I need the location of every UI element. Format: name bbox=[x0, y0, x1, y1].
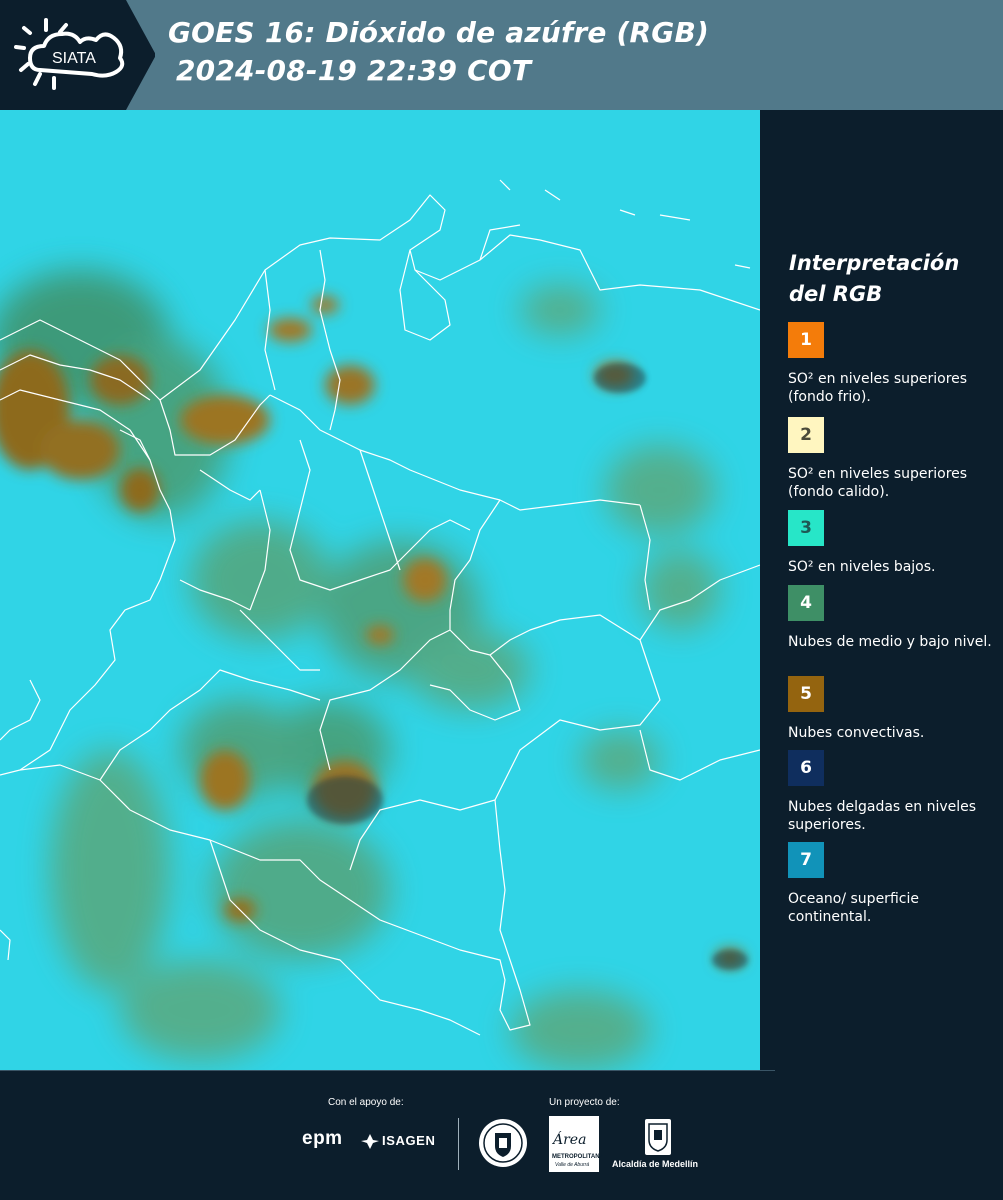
legend-item-4: 4 Nubes de medio y bajo nivel. bbox=[788, 585, 993, 651]
footer-separator bbox=[458, 1118, 459, 1170]
legend-item-7: 7 Oceano/ superficie continental. bbox=[788, 842, 993, 926]
legend-swatch: 1 bbox=[788, 322, 824, 358]
legend-title: Interpretación del RGB bbox=[789, 251, 960, 306]
legend-label: Nubes delgadas en niveles superiores. bbox=[788, 799, 977, 833]
legend-label: Nubes de medio y bajo nivel. bbox=[788, 634, 992, 650]
legend-label: Nubes convectivas. bbox=[788, 725, 925, 741]
legend-swatch: 2 bbox=[788, 417, 824, 453]
map-image bbox=[0, 110, 760, 1070]
legend-swatch: 4 bbox=[788, 585, 824, 621]
satellite-map bbox=[0, 110, 760, 1070]
legend-item-1: 1 SO² en niveles superiores (fondo frio)… bbox=[788, 322, 993, 406]
siata-logo-icon: SIATA bbox=[0, 0, 155, 110]
legend-item-2: 2 SO² en niveles superiores (fondo calid… bbox=[788, 417, 993, 501]
header-bar: SIATA GOES 16: Dióxido de azúfre (RGB) 2… bbox=[0, 0, 1003, 110]
legend-label: Oceano/ superficie continental. bbox=[788, 891, 919, 925]
legend-label: SO² en niveles superiores (fondo calido)… bbox=[788, 466, 968, 500]
legend-label: SO² en niveles bajos. bbox=[788, 559, 936, 575]
university-seal-icon bbox=[479, 1119, 527, 1167]
siata-logo: SIATA bbox=[0, 0, 155, 110]
isagen-logo: ISAGEN bbox=[382, 1133, 436, 1148]
alcaldia-label: Alcaldía de Medellín bbox=[612, 1159, 699, 1169]
legend-swatch: 5 bbox=[788, 676, 824, 712]
svg-text:SIATA: SIATA bbox=[52, 50, 96, 67]
support-label: Con el apoyo de: bbox=[328, 1097, 404, 1108]
footer-bar: Con el apoyo de: Un proyecto de: epm ISA… bbox=[0, 1070, 1003, 1200]
legend-swatch: 6 bbox=[788, 750, 824, 786]
legend-item-3: 3 SO² en niveles bajos. bbox=[788, 510, 993, 576]
legend-item-5: 5 Nubes convectivas. bbox=[788, 676, 993, 742]
legend-swatch: 3 bbox=[788, 510, 824, 546]
footer-divider bbox=[0, 1070, 775, 1071]
isagen-icon bbox=[361, 1134, 379, 1149]
project-label: Un proyecto de: bbox=[549, 1097, 620, 1108]
legend-item-6: 6 Nubes delgadas en niveles superiores. bbox=[788, 750, 993, 834]
epm-logo: epm bbox=[302, 1128, 343, 1149]
page-timestamp: 2024-08-19 22:39 COT bbox=[176, 54, 532, 87]
area-metropolitana-logo: Área METROPOLITANA Valle de Aburrá bbox=[549, 1116, 604, 1172]
alcaldia-shield-icon bbox=[645, 1119, 671, 1155]
legend-swatch: 7 bbox=[788, 842, 824, 878]
page-title: GOES 16: Dióxido de azúfre (RGB) bbox=[168, 16, 710, 49]
legend-label: SO² en niveles superiores (fondo frio). bbox=[788, 371, 968, 405]
legend-panel: Interpretación del RGB 1 SO² en niveles … bbox=[760, 110, 1003, 1070]
